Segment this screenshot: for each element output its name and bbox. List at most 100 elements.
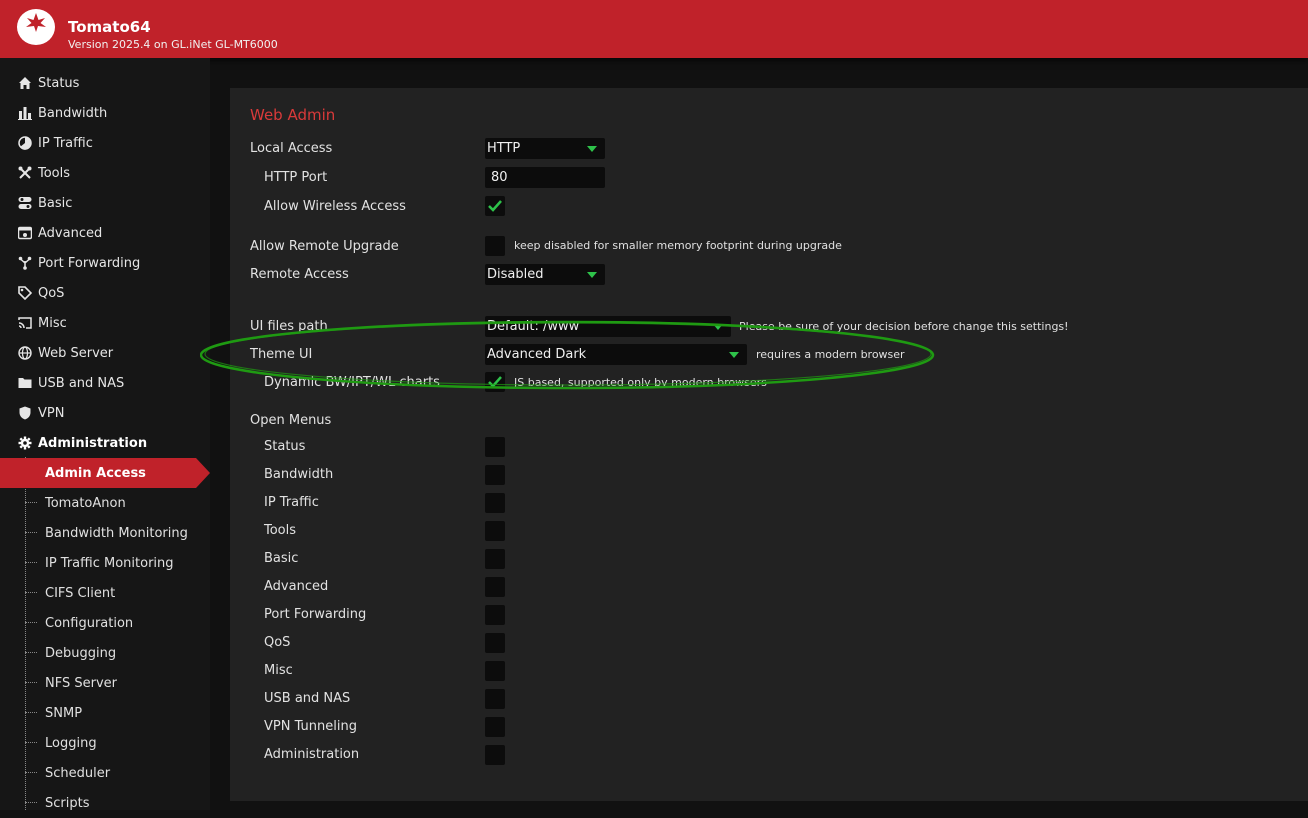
checkmark-icon (488, 376, 502, 388)
sidebar-item-label: Administration (38, 435, 148, 451)
sidebar-item-tools[interactable]: Tools (0, 158, 210, 188)
sidebar-item-vpn[interactable]: VPN (0, 398, 210, 428)
network-icon (17, 255, 33, 271)
sidebar-subitem-scheduler[interactable]: Scheduler (0, 758, 210, 788)
app-version: Version 2025.4 on GL.iNet GL-MT6000 (68, 38, 278, 51)
sidebar-subitem-snmp[interactable]: SNMP (0, 698, 210, 728)
open-menu-advanced-checkbox[interactable] (485, 577, 505, 597)
sidebar-subitem-label: Debugging (45, 645, 117, 661)
sidebar-item-bandwidth[interactable]: Bandwidth (0, 98, 210, 128)
sidebar-subitem-scripts[interactable]: Scripts (0, 788, 210, 818)
gear-icon (17, 435, 33, 451)
sidebar-subitem-bandwidth-monitoring[interactable]: Bandwidth Monitoring (0, 518, 210, 548)
sidebar-item-port-forwarding[interactable]: Port Forwarding (0, 248, 210, 278)
tomato-logo-icon[interactable] (17, 9, 55, 45)
sidebar-item-label: USB and NAS (38, 375, 125, 391)
sidebar-item-web-server[interactable]: Web Server (0, 338, 210, 368)
sidebar-subitem-logging[interactable]: Logging (0, 728, 210, 758)
sidebar-subitem-label: Bandwidth Monitoring (45, 525, 188, 541)
allow-wireless-label: Allow Wireless Access (264, 199, 406, 214)
chevron-down-icon (587, 146, 597, 152)
sidebar-item-basic[interactable]: Basic (0, 188, 210, 218)
ui-files-path-select[interactable]: Default: /www (485, 316, 731, 337)
sidebar-subitem-label: Configuration (45, 615, 134, 631)
sidebar-item-administration[interactable]: Administration (0, 428, 210, 458)
sidebar-item-label: Tools (38, 165, 71, 181)
sidebar-subitem-label: NFS Server (45, 675, 117, 691)
remote-access-select[interactable]: Disabled (485, 264, 605, 285)
sidebar-item-label: Advanced (38, 225, 103, 241)
section-title: Web Admin (250, 106, 336, 124)
open-menu-label: USB and NAS (264, 691, 351, 706)
shield-icon (17, 405, 33, 421)
http-port-input[interactable]: 80 (485, 167, 605, 188)
open-menus-label: Open Menus (250, 413, 332, 428)
ui-files-path-value: Default: /www (487, 319, 580, 334)
bar-chart-icon (17, 105, 33, 121)
sidebar-subitem-label: CIFS Client (45, 585, 116, 601)
open-menu-status-checkbox[interactable] (485, 437, 505, 457)
tree-branch (25, 592, 37, 593)
sidebar-item-misc[interactable]: Misc (0, 308, 210, 338)
home-icon (17, 75, 33, 91)
open-menu-tools-checkbox[interactable] (485, 521, 505, 541)
open-menu-ip-traffic-checkbox[interactable] (485, 493, 505, 513)
open-menu-label: VPN Tunneling (264, 719, 357, 734)
allow-remote-upgrade-checkbox[interactable] (485, 236, 505, 256)
open-menu-basic-checkbox[interactable] (485, 549, 505, 569)
advanced-icon (17, 225, 33, 241)
sidebar-item-ip-traffic[interactable]: IP Traffic (0, 128, 210, 158)
sidebar-item-label: Bandwidth (38, 105, 108, 121)
pie-chart-icon (17, 135, 33, 151)
sidebar-item-label: QoS (38, 285, 65, 301)
sidebar-item-advanced[interactable]: Advanced (0, 218, 210, 248)
open-menu-label: IP Traffic (264, 495, 319, 510)
checkmark-icon (488, 200, 502, 212)
sidebar-item-status[interactable]: Status (0, 68, 210, 98)
sidebar-subitem-label: IP Traffic Monitoring (45, 555, 174, 571)
sidebar-subitem-label: SNMP (45, 705, 83, 721)
open-menu-label: Port Forwarding (264, 607, 367, 622)
open-menu-qos-checkbox[interactable] (485, 633, 505, 653)
sidebar-item-label: Status (38, 75, 80, 91)
open-menu-vpn-tunneling-checkbox[interactable] (485, 717, 505, 737)
sidebar-subitem-debugging[interactable]: Debugging (0, 638, 210, 668)
remote-access-value: Disabled (487, 267, 544, 282)
tree-branch (25, 772, 37, 773)
local-access-label: Local Access (250, 141, 333, 156)
open-menu-label: Tools (264, 523, 297, 538)
open-menu-label: Status (264, 439, 306, 454)
sidebar-item-usb-and-nas[interactable]: USB and NAS (0, 368, 210, 398)
open-menu-misc-checkbox[interactable] (485, 661, 505, 681)
remote-access-label: Remote Access (250, 267, 349, 282)
tools-icon (17, 165, 33, 181)
theme-ui-label: Theme UI (250, 347, 313, 362)
tag-icon (17, 285, 33, 301)
theme-ui-value: Advanced Dark (487, 347, 587, 362)
sidebar-subitem-admin-access[interactable]: Admin Access (0, 458, 210, 488)
open-menu-label: Basic (264, 551, 299, 566)
ui-files-path-note: Please be sure of your decision before c… (739, 320, 1069, 333)
local-access-value: HTTP (487, 141, 521, 156)
local-access-select[interactable]: HTTP (485, 138, 605, 159)
allow-wireless-checkbox[interactable] (485, 196, 505, 216)
sidebar-subitem-nfs-server[interactable]: NFS Server (0, 668, 210, 698)
folder-icon (17, 375, 33, 391)
sidebar-subitem-cifs-client[interactable]: CIFS Client (0, 578, 210, 608)
sidebar-subitem-tomatoanon[interactable]: TomatoAnon (0, 488, 210, 518)
cast-icon (17, 315, 33, 331)
tree-branch (25, 712, 37, 713)
open-menu-administration-checkbox[interactable] (485, 745, 505, 765)
sidebar-subitem-label: Scripts (45, 795, 90, 811)
theme-ui-select[interactable]: Advanced Dark (485, 344, 747, 365)
open-menu-usb-and-nas-checkbox[interactable] (485, 689, 505, 709)
sidebar-subitem-ip-traffic-monitoring[interactable]: IP Traffic Monitoring (0, 548, 210, 578)
tree-branch (25, 562, 37, 563)
sidebar-subitem-label: Scheduler (45, 765, 111, 781)
chevron-down-icon (713, 324, 723, 330)
open-menu-port-forwarding-checkbox[interactable] (485, 605, 505, 625)
dynamic-charts-checkbox[interactable] (485, 372, 505, 392)
sidebar-item-qos[interactable]: QoS (0, 278, 210, 308)
open-menu-bandwidth-checkbox[interactable] (485, 465, 505, 485)
sidebar-subitem-configuration[interactable]: Configuration (0, 608, 210, 638)
